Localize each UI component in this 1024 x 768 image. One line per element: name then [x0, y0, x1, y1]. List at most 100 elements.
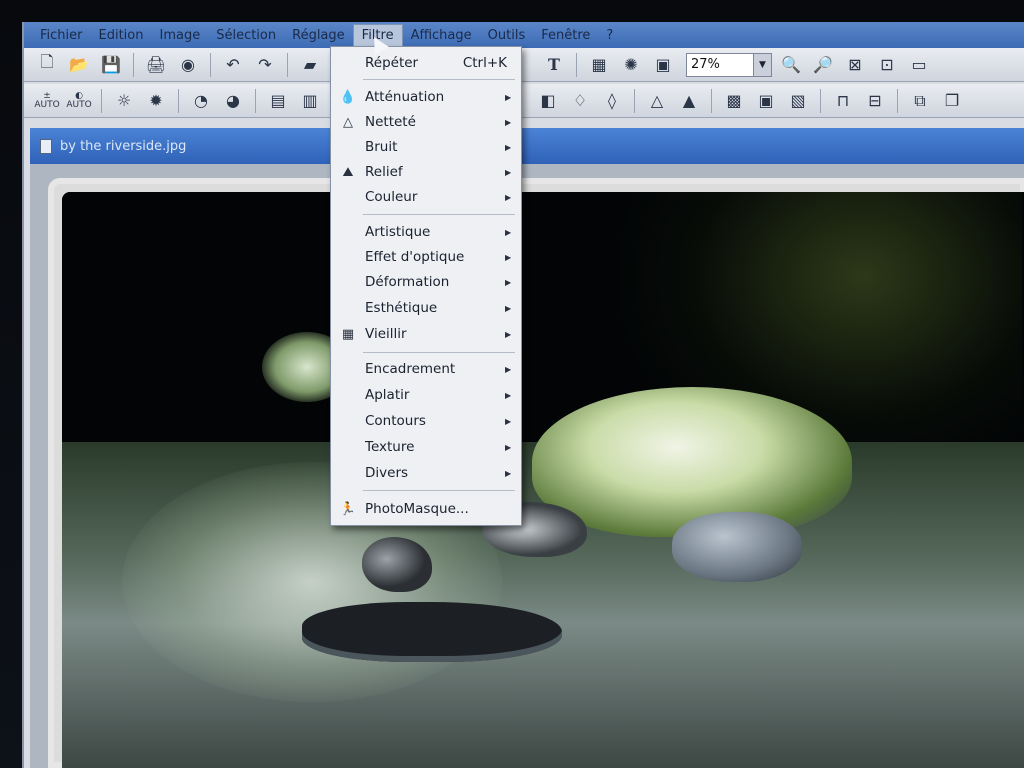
menu-item-label: Effet d'optique [365, 249, 465, 265]
menu-item-aplatir[interactable]: Aplatir ▶ [331, 383, 521, 407]
menu-item-label: PhotoMasque... [365, 501, 469, 517]
scan-icon[interactable]: ◉ [175, 52, 201, 78]
menu-item-label: Atténuation [365, 89, 445, 105]
adjust-toolbar: ± AUTO ◐ AUTO ☼ ✹ ◔ ◕ ▤ ▥ ◧ ♢ ◊ △ ▲ ▩ ▣ ▧ … [24, 84, 1024, 118]
open-folder-icon[interactable]: 📂 [66, 52, 92, 78]
menu-item-attenuation[interactable]: 💧 Atténuation ▶ [331, 85, 521, 109]
text-tool-icon[interactable]: T [541, 52, 567, 78]
contrast-up-icon[interactable]: ◕ [220, 88, 246, 114]
menu-reglage[interactable]: Réglage [284, 25, 353, 46]
menu-bar: Fichier Edition Image Sélection Réglage … [24, 22, 1024, 48]
menu-item-label: Esthétique [365, 300, 438, 316]
menu-item-couleur[interactable]: Couleur ▶ [331, 185, 521, 209]
actual-size-icon[interactable]: ⊡ [874, 52, 900, 78]
crop-icon[interactable]: ▰ [297, 52, 323, 78]
menu-item-encadrement[interactable]: Encadrement ▶ [331, 357, 521, 381]
menu-item-bruit[interactable]: Bruit ▶ [331, 135, 521, 159]
submenu-arrow-icon: ▶ [505, 442, 512, 452]
menu-item-label: Déformation [365, 274, 450, 290]
zoom-combobox[interactable]: 27% ▼ [686, 52, 772, 77]
chevron-down-icon[interactable]: ▼ [753, 53, 771, 76]
document-area [30, 164, 1024, 768]
menu-item-label: Netteté [365, 114, 416, 130]
toolbar-separator [576, 52, 577, 77]
menu-edition[interactable]: Edition [91, 25, 152, 46]
toolbar-separator [287, 52, 288, 77]
menu-outils[interactable]: Outils [480, 25, 534, 46]
filtre-menu-dropdown: Répéter Ctrl+K 💧 Atténuation ▶ △ Netteté… [330, 46, 522, 526]
menu-item-label: Divers [365, 465, 409, 481]
layers-icon[interactable]: ▦ [586, 52, 612, 78]
copy-layer-icon[interactable]: ❐ [939, 88, 965, 114]
submenu-arrow-icon: ▶ [505, 192, 512, 202]
split-icon[interactable]: ◧ [535, 88, 561, 114]
brightness-down-icon[interactable]: ☼ [111, 88, 137, 114]
menu-help[interactable]: ? [598, 25, 621, 46]
main-toolbar: 🗋 📂 💾 🖨 ◉ ↶ ↷ ▰ T ▦ ✺ ▣ 27% ▼ 🔍 🔎 ⊠ ⊡ ▭ [24, 48, 1024, 82]
redo-icon[interactable]: ↷ [252, 52, 278, 78]
menu-item-vieillir[interactable]: ▦ Vieillir ▶ [331, 322, 521, 346]
auto-level-icon[interactable]: ± AUTO [34, 88, 60, 114]
toolbar-separator [178, 88, 179, 113]
print-icon[interactable]: 🖨 [143, 52, 169, 78]
brightness-up-icon[interactable]: ✹ [143, 88, 169, 114]
triangle-drop-icon: △ [343, 114, 353, 130]
menu-item-texture[interactable]: Texture ▶ [331, 435, 521, 459]
menu-item-artistique[interactable]: Artistique ▶ [331, 220, 521, 244]
zoom-value[interactable]: 27% [687, 57, 753, 72]
submenu-arrow-icon: ▶ [505, 277, 512, 287]
canvas-frame [48, 178, 1024, 768]
toolbar-separator [133, 52, 134, 77]
save-icon[interactable]: 💾 [98, 52, 124, 78]
menu-item-repeter[interactable]: Répéter Ctrl+K [331, 51, 521, 75]
submenu-arrow-icon: ▶ [505, 92, 512, 102]
zoom-out-icon[interactable]: 🔎 [810, 52, 836, 78]
submenu-arrow-icon: ▶ [505, 416, 512, 426]
submenu-arrow-icon: ▶ [505, 329, 512, 339]
menu-fenetre[interactable]: Fenêtre [533, 25, 598, 46]
menu-fichier[interactable]: Fichier [32, 25, 91, 46]
menu-item-label: Contours [365, 413, 426, 429]
menu-item-deformation[interactable]: Déformation ▶ [331, 270, 521, 294]
color-balance-icon[interactable]: ▤ [265, 88, 291, 114]
submenu-arrow-icon: ▶ [505, 364, 512, 374]
menu-image[interactable]: Image [151, 25, 208, 46]
submenu-arrow-icon: ▶ [505, 303, 512, 313]
menu-item-nettete[interactable]: △ Netteté ▶ [331, 110, 521, 134]
tv-color-icon[interactable]: ▩ [721, 88, 747, 114]
slideshow-icon[interactable]: ▣ [650, 52, 676, 78]
menu-item-esthetique[interactable]: Esthétique ▶ [331, 296, 521, 320]
new-file-icon[interactable]: 🗋 [34, 52, 60, 78]
blur-drop-icon[interactable]: ♢ [567, 88, 593, 114]
submenu-arrow-icon: ▶ [505, 468, 512, 478]
sharpen-drop-icon[interactable]: ◊ [599, 88, 625, 114]
toolbar-separator [255, 88, 256, 113]
menu-item-relief[interactable]: ⛰ Relief ▶ [331, 160, 521, 184]
submenu-arrow-icon: ▶ [505, 117, 512, 127]
monitor-icon[interactable]: ▣ [753, 88, 779, 114]
menu-selection[interactable]: Sélection [208, 25, 284, 46]
undo-icon[interactable]: ↶ [220, 52, 246, 78]
frame-icon[interactable]: ⊓ [830, 88, 856, 114]
contrast-down-icon[interactable]: ◔ [188, 88, 214, 114]
sharpen-icon[interactable]: △ [644, 88, 670, 114]
menu-item-divers[interactable]: Divers ▶ [331, 461, 521, 485]
fullscreen-icon[interactable]: ▭ [906, 52, 932, 78]
photo-canvas[interactable] [62, 192, 1024, 768]
menu-item-effet-optique[interactable]: Effet d'optique ▶ [331, 245, 521, 269]
auto-contrast-icon[interactable]: ◐ AUTO [66, 88, 92, 114]
submenu-arrow-icon: ▶ [505, 227, 512, 237]
merge-icon[interactable]: ⧉ [907, 88, 933, 114]
fit-window-icon[interactable]: ⊠ [842, 52, 868, 78]
film-icon[interactable]: ▧ [785, 88, 811, 114]
zoom-in-icon[interactable]: 🔍 [778, 52, 804, 78]
document-title-bar[interactable]: by the riverside.jpg [30, 128, 1024, 164]
grid-icon: ▦ [341, 326, 355, 342]
menu-item-contours[interactable]: Contours ▶ [331, 409, 521, 433]
effects-icon[interactable]: ✺ [618, 52, 644, 78]
resize-icon[interactable]: ⊟ [862, 88, 888, 114]
saturation-icon[interactable]: ▥ [297, 88, 323, 114]
menu-affichage[interactable]: Affichage [403, 25, 480, 46]
menu-item-photomasque[interactable]: 🏃 PhotoMasque... [331, 497, 521, 521]
sharpen-more-icon[interactable]: ▲ [676, 88, 702, 114]
